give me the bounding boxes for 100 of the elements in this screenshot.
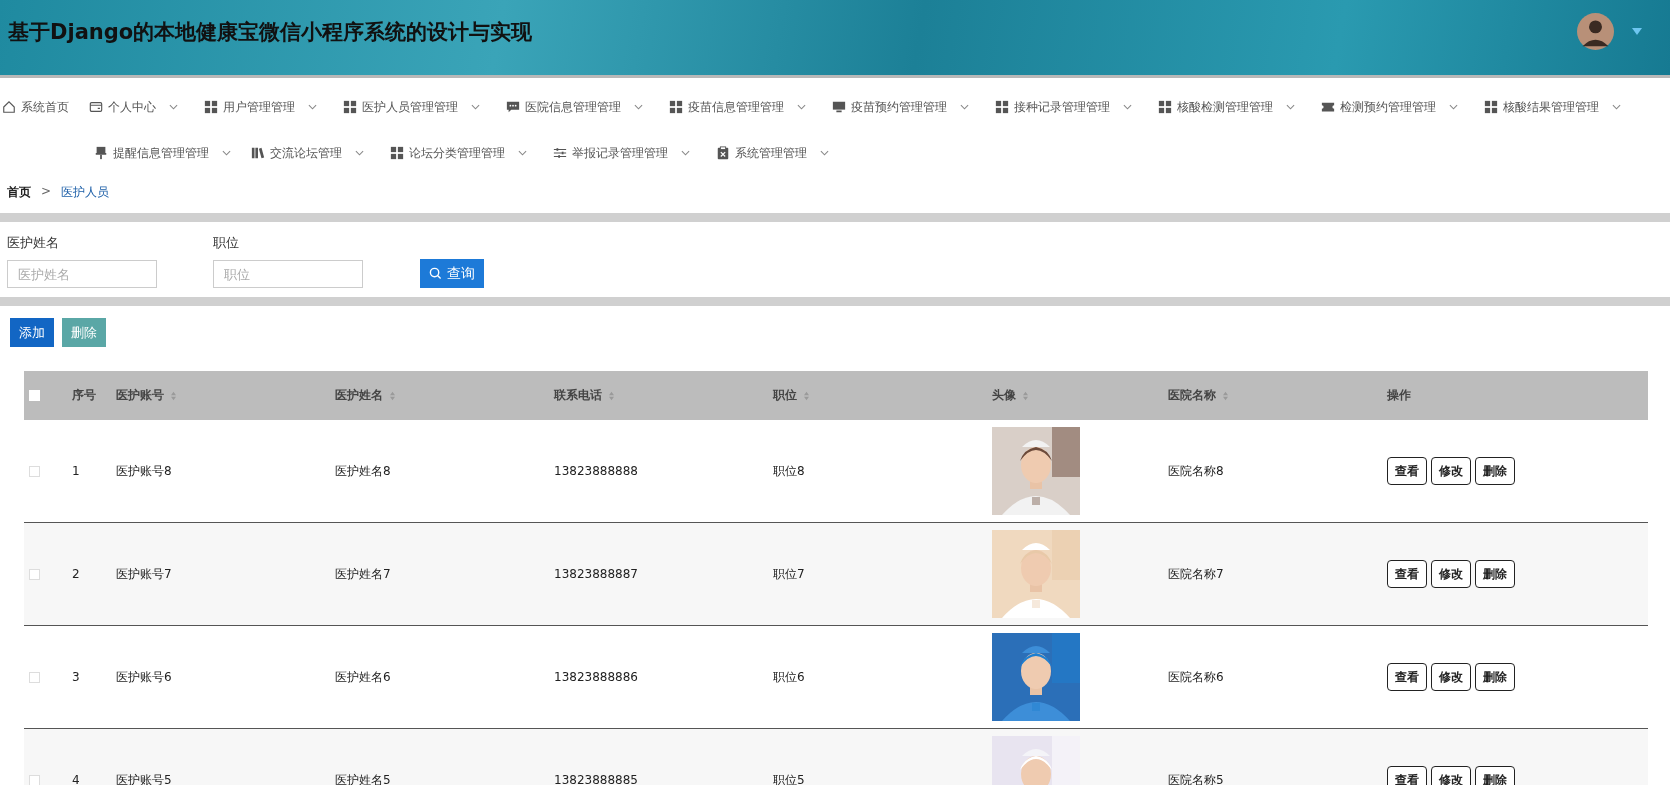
chevron-down-icon xyxy=(1449,104,1458,110)
table-cell: 13823888888 xyxy=(554,464,638,478)
edit-button[interactable]: 修改 xyxy=(1431,560,1471,588)
nav-item[interactable]: 疫苗预约管理管理 xyxy=(832,98,969,116)
chevron-down-icon xyxy=(681,150,690,156)
sort-icon xyxy=(389,390,396,401)
home-icon xyxy=(2,100,16,114)
column-header[interactable]: 医院名称 xyxy=(1168,387,1229,404)
chat-icon xyxy=(506,100,520,114)
view-button[interactable]: 查看 xyxy=(1387,457,1427,485)
nav-item[interactable]: 交流论坛管理 xyxy=(251,144,364,162)
monitor-icon xyxy=(832,100,846,114)
table-cell: 2 xyxy=(72,567,80,581)
nav-item[interactable]: 系统管理管理 xyxy=(716,144,829,162)
nav-item[interactable]: 医护人员管理管理 xyxy=(343,98,480,116)
nav-item[interactable]: 举报记录管理管理 xyxy=(553,144,690,162)
view-button[interactable]: 查看 xyxy=(1387,766,1427,785)
chevron-down-icon xyxy=(308,104,317,110)
column-header: 操作 xyxy=(1387,387,1411,404)
table-cell: 医护账号8 xyxy=(116,462,172,480)
nav-item[interactable]: 核酸结果管理管理 xyxy=(1484,98,1621,116)
delete-button[interactable]: 删除 xyxy=(1475,457,1515,485)
delete-button[interactable]: 删除 xyxy=(1475,766,1515,785)
breadcrumb-separator: > xyxy=(41,184,52,200)
table-cell: 医院名称7 xyxy=(1168,565,1224,583)
table-cell: 1 xyxy=(72,464,80,478)
sort-icon xyxy=(1222,390,1229,401)
sliders-icon xyxy=(553,146,567,160)
view-button[interactable]: 查看 xyxy=(1387,560,1427,588)
nav-item[interactable]: 接种记录管理管理 xyxy=(995,98,1132,116)
nav-item[interactable]: 核酸检测管理管理 xyxy=(1158,98,1295,116)
avatar-icon[interactable] xyxy=(1577,13,1614,50)
chevron-down-icon xyxy=(797,104,806,110)
row-checkbox[interactable] xyxy=(29,568,40,580)
table-cell: 医院名称5 xyxy=(1168,771,1224,785)
delete-button[interactable]: 删除 xyxy=(1475,663,1515,691)
view-button[interactable]: 查看 xyxy=(1387,663,1427,691)
row-checkbox[interactable] xyxy=(29,774,40,785)
chevron-down-icon xyxy=(222,150,231,156)
edit-button[interactable]: 修改 xyxy=(1431,663,1471,691)
grid-icon xyxy=(204,100,218,114)
table-cell: 医护姓名6 xyxy=(335,668,391,686)
table-cell: 医护账号5 xyxy=(116,771,172,785)
field-label: 职位 xyxy=(213,234,240,252)
sort-icon xyxy=(803,390,810,401)
chevron-down-icon xyxy=(355,150,364,156)
select-all-checkbox[interactable] xyxy=(29,390,40,401)
add-button[interactable]: 添加 xyxy=(10,318,54,347)
grid-icon xyxy=(995,100,1009,114)
table-cell: 医护姓名8 xyxy=(335,462,391,480)
edit-button[interactable]: 修改 xyxy=(1431,457,1471,485)
chevron-down-icon xyxy=(1123,104,1132,110)
nav-item[interactable]: 检测预约管理管理 xyxy=(1321,98,1458,116)
input-field[interactable]: 医护姓名 xyxy=(7,260,157,288)
delete-button[interactable]: 删除 xyxy=(1475,560,1515,588)
table-cell: 职位6 xyxy=(773,668,805,686)
breadcrumb-link[interactable]: 首页 xyxy=(7,184,31,201)
column-header[interactable]: 头像 xyxy=(992,387,1029,404)
table-cell: 医护姓名7 xyxy=(335,565,391,583)
grid-icon xyxy=(1484,100,1498,114)
chevron-down-icon xyxy=(1286,104,1295,110)
chevron-down-icon xyxy=(960,104,969,110)
clipboard-icon xyxy=(716,146,730,160)
table-cell: 医护账号7 xyxy=(116,565,172,583)
input-field[interactable]: 职位 xyxy=(213,260,363,288)
column-header[interactable]: 联系电话 xyxy=(554,387,615,404)
field-label: 医护姓名 xyxy=(7,234,60,252)
site-title: 基于Django的本地健康宝微信小程序系统的设计与实现 xyxy=(8,18,533,46)
search-icon xyxy=(429,267,442,280)
pin-icon xyxy=(94,146,108,160)
nav-item[interactable]: 用户管理管理 xyxy=(204,98,317,116)
table-cell: 医院名称8 xyxy=(1168,462,1224,480)
row-checkbox[interactable] xyxy=(29,671,40,683)
nav-item[interactable]: 医院信息管理管理 xyxy=(506,98,643,116)
column-header: 序号 xyxy=(72,387,96,404)
table-cell: 职位8 xyxy=(773,462,805,480)
search-button[interactable]: 查询 xyxy=(420,259,484,288)
sort-icon xyxy=(170,390,177,401)
nav-item[interactable]: 系统首页 xyxy=(2,98,69,116)
column-header[interactable]: 职位 xyxy=(773,387,810,404)
table-cell: 13823888885 xyxy=(554,773,638,785)
edit-button[interactable]: 修改 xyxy=(1431,766,1471,785)
nav-item[interactable]: 论坛分类管理管理 xyxy=(390,144,527,162)
sort-icon xyxy=(1022,390,1029,401)
chevron-down-icon xyxy=(471,104,480,110)
chevron-down-icon xyxy=(169,104,178,110)
grid-icon xyxy=(343,100,357,114)
column-header[interactable]: 医护姓名 xyxy=(335,387,396,404)
nav-item[interactable]: 提醒信息管理管理 xyxy=(94,144,231,162)
table-cell: 医院名称6 xyxy=(1168,668,1224,686)
nav-item[interactable]: 疫苗信息管理管理 xyxy=(669,98,806,116)
table-cell: 医护姓名5 xyxy=(335,771,391,785)
caret-icon[interactable] xyxy=(1632,28,1642,35)
row-checkbox[interactable] xyxy=(29,465,40,477)
column-header[interactable]: 医护账号 xyxy=(116,387,177,404)
chevron-down-icon xyxy=(634,104,643,110)
chevron-down-icon xyxy=(820,150,829,156)
table-cell: 13823888887 xyxy=(554,567,638,581)
nav-item[interactable]: 个人中心 xyxy=(89,98,178,116)
grid-icon xyxy=(669,100,683,114)
